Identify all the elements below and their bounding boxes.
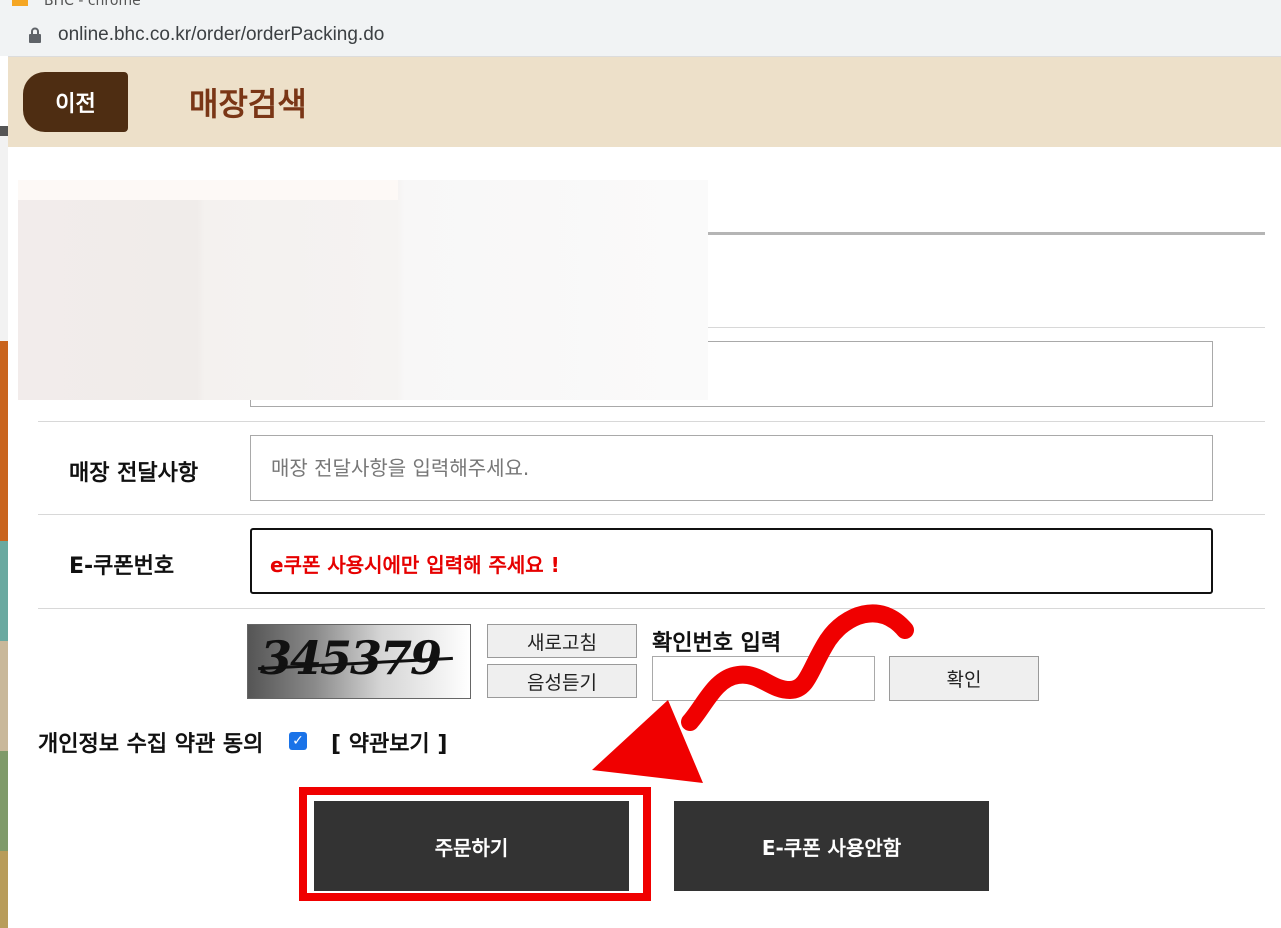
annotation-arrow-icon [592,604,914,783]
